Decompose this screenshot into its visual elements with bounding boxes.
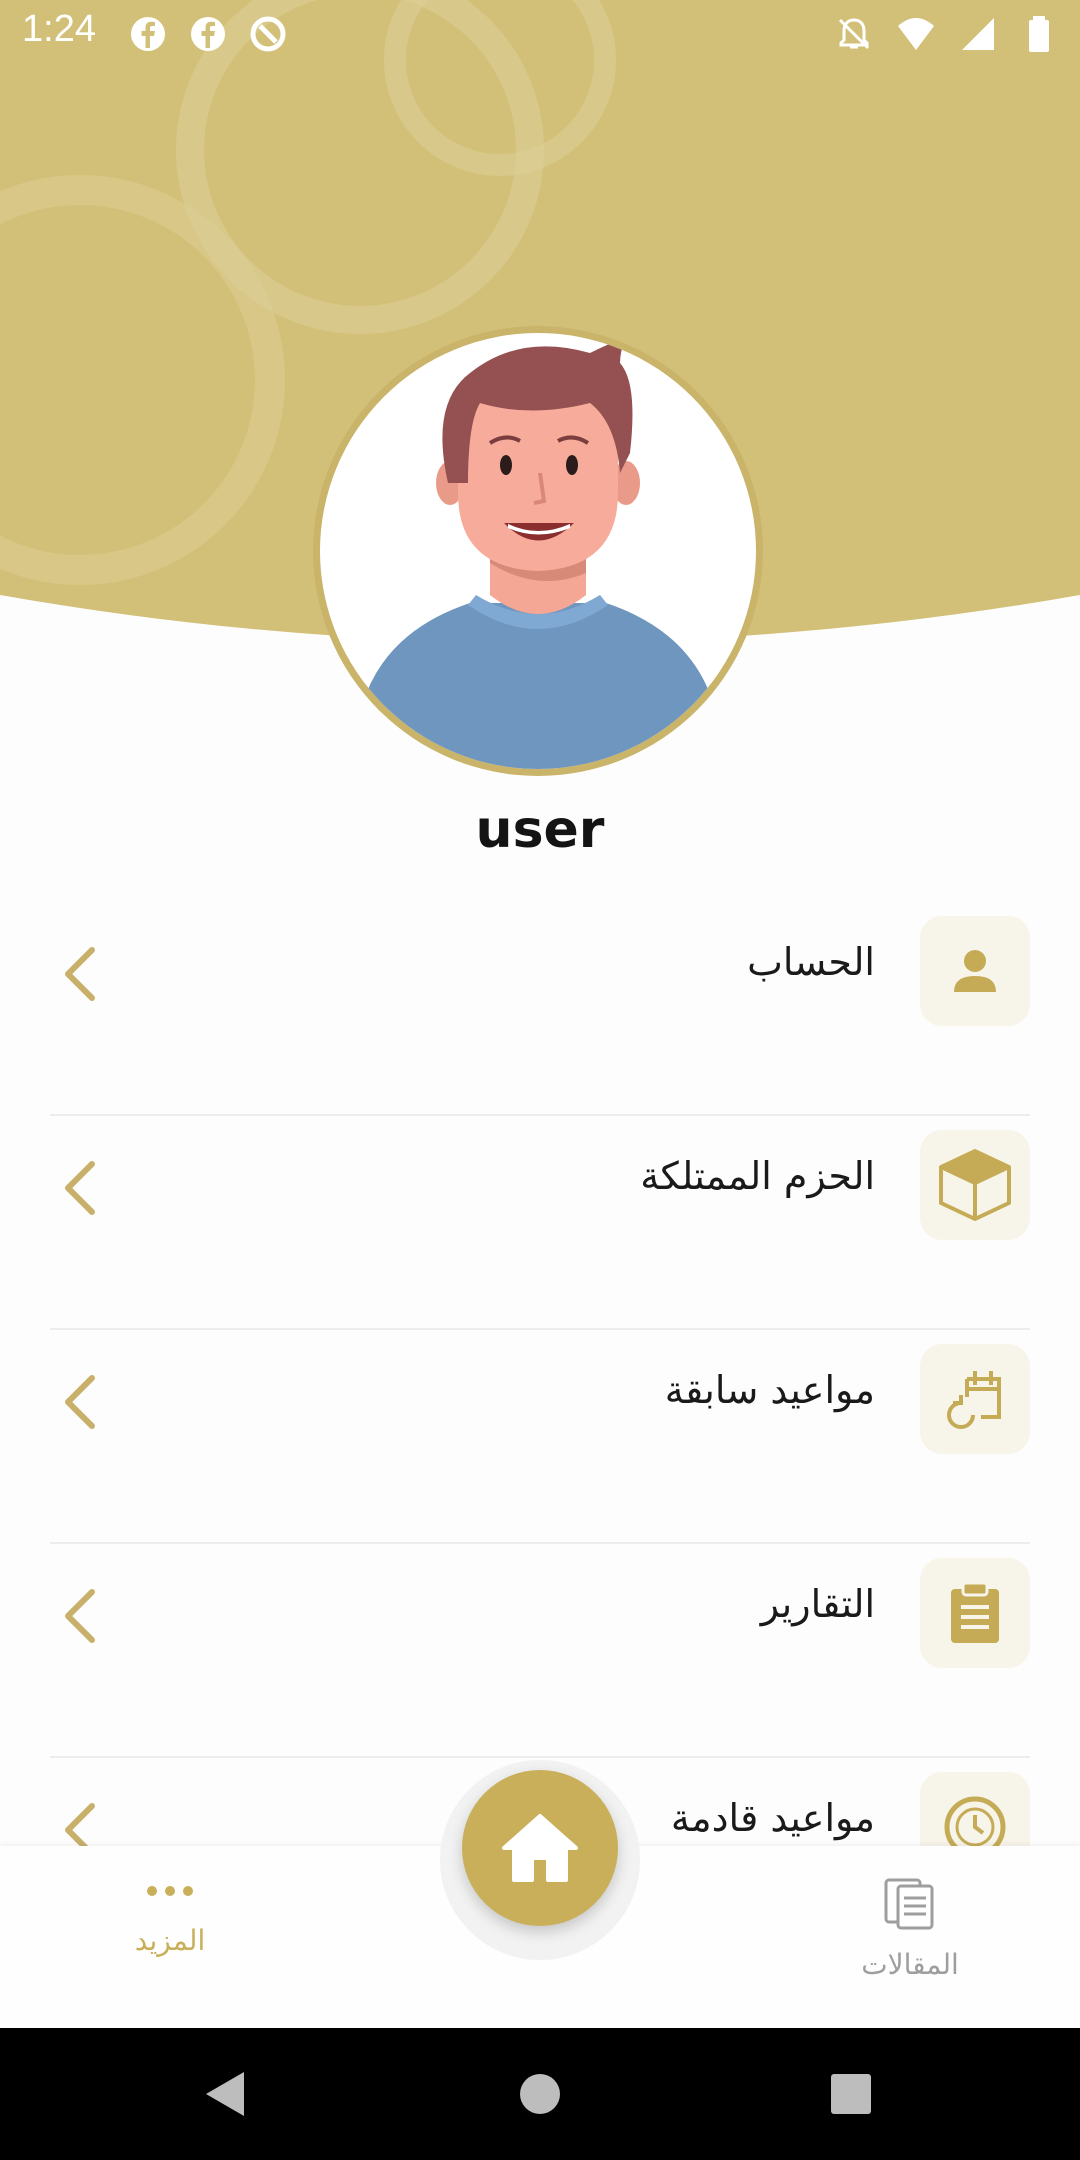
chevron-left-icon xyxy=(65,1589,95,1643)
nav-more[interactable]: المزيد xyxy=(70,1876,270,1957)
status-bar: 1:24 xyxy=(0,0,1080,66)
nav-articles[interactable]: المقالات xyxy=(810,1876,1010,1981)
status-time: 1:24 xyxy=(22,8,96,50)
chevron-left-icon xyxy=(65,1161,95,1215)
menu-item-label: التقارير xyxy=(760,1582,875,1626)
menu-item-label: مواعيد سابقة xyxy=(664,1368,875,1412)
home-button[interactable] xyxy=(462,1770,618,1926)
menu-item-label: الحساب xyxy=(747,940,875,984)
chevron-left-icon xyxy=(65,947,95,1001)
calendar-history-icon xyxy=(947,1371,1001,1429)
nav-more-label: المزيد xyxy=(134,1924,206,1957)
home-nav-icon[interactable] xyxy=(518,2072,562,2116)
menu-item-reports[interactable]: التقارير xyxy=(50,1544,1030,1758)
signal-icon xyxy=(962,18,994,50)
articles-icon xyxy=(884,1878,934,1930)
back-icon[interactable] xyxy=(200,2068,250,2120)
box-icon xyxy=(939,1149,1011,1221)
clipboard-icon xyxy=(951,1581,999,1643)
menu-item-owned-packages[interactable]: الحزم الممتلكة xyxy=(50,1116,1030,1330)
chevron-left-icon xyxy=(65,1375,95,1429)
system-navigation-bar xyxy=(0,2028,1080,2160)
facebook-icon xyxy=(131,17,165,51)
menu-item-label: مواعيد قادمة xyxy=(670,1796,875,1840)
wifi-icon xyxy=(898,18,934,50)
user-name: user xyxy=(475,800,605,860)
home-icon xyxy=(502,1814,578,1882)
menu-item-label: الحزم الممتلكة xyxy=(640,1154,875,1198)
battery-icon xyxy=(1029,16,1049,52)
notifications-off-icon xyxy=(838,18,870,50)
more-horizontal-icon xyxy=(147,1886,193,1896)
menu-item-past-appointments[interactable]: مواعيد سابقة xyxy=(50,1330,1030,1544)
nav-articles-label: المقالات xyxy=(861,1948,959,1981)
data-saver-icon xyxy=(250,16,286,52)
facebook-icon xyxy=(191,17,225,51)
recents-icon[interactable] xyxy=(829,2072,873,2116)
person-icon xyxy=(954,950,996,992)
avatar[interactable] xyxy=(313,326,763,776)
avatar-illustration xyxy=(360,338,716,769)
menu-item-account[interactable]: الحساب xyxy=(50,902,1030,1116)
